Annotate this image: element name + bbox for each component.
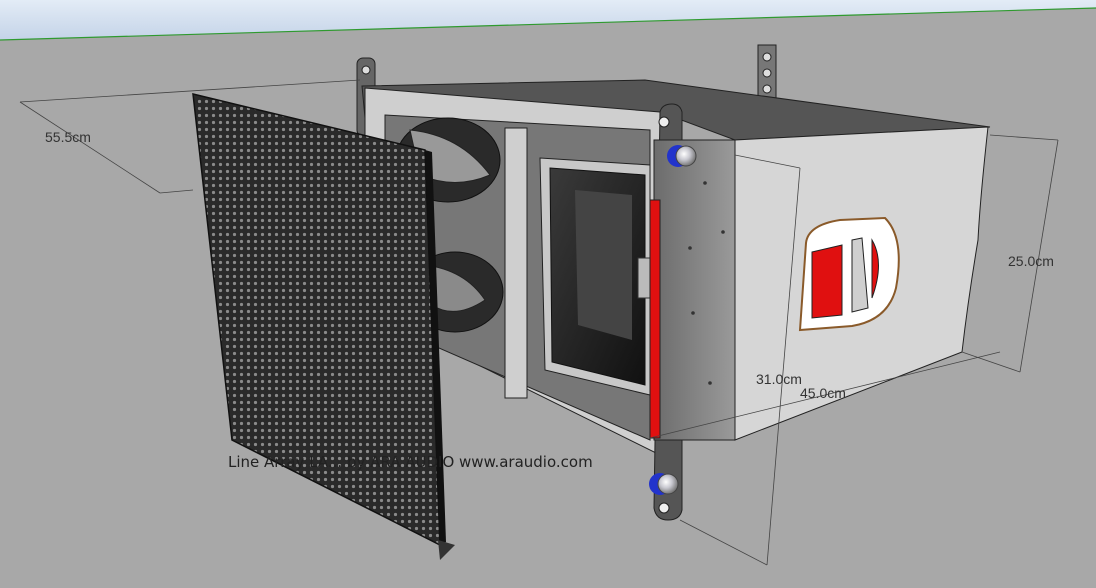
height-dimension-label: 25.0cm xyxy=(1008,253,1054,269)
bolt-icon xyxy=(667,145,697,167)
handle-red-recess-left xyxy=(811,244,843,319)
vertical-span-dimension-label: 31.0cm xyxy=(756,371,802,387)
watermark-caption: Line Array LA... by ARA AUDIO www.araudi… xyxy=(228,453,593,471)
center-divider xyxy=(504,127,528,399)
line-array-3d-model: 55.5cm 25.0cm 31.0cm 45.0cm Line Array L… xyxy=(0,0,1096,588)
red-accent-strip xyxy=(649,199,661,439)
horn-waveguide xyxy=(539,157,651,396)
sketchup-viewport: 55.5cm 25.0cm 31.0cm 45.0cm Line Array L… xyxy=(0,0,1096,588)
depth-dimension-label: 55.5cm xyxy=(45,129,91,145)
bolt-icon xyxy=(649,473,679,495)
width-dimension-label: 45.0cm xyxy=(800,385,846,401)
